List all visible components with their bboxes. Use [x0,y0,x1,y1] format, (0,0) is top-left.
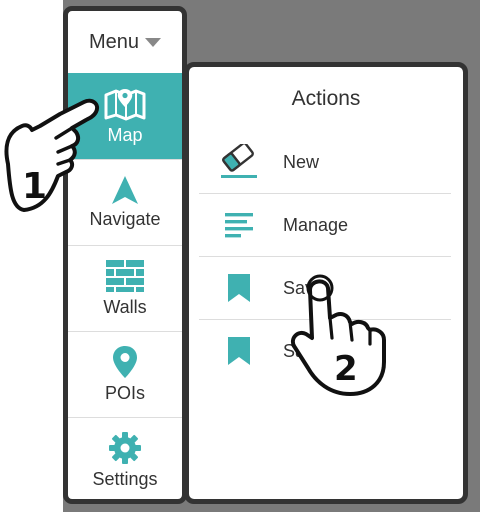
action-label: Manage [283,214,349,235]
menu-header-label: Menu [88,30,140,53]
gear-icon [109,432,141,464]
action-new[interactable]: New [199,131,451,194]
bookmark-icon [228,274,250,302]
location-pin-icon [113,346,137,378]
side-menu: Menu Map Navigate Walls POIs Settings [63,6,187,504]
brick-wall-icon [106,260,144,292]
menu-item-walls[interactable]: Walls [68,245,182,331]
panel-title: Actions [291,87,361,110]
menu-item-pois[interactable]: POIs [68,331,182,417]
lines-icon [225,213,253,238]
pointing-hand-icon-step-2: 2 [291,274,386,396]
menu-item-settings[interactable]: Settings [68,417,182,499]
step-number-2: 2 [334,349,358,389]
step-number-1: 1 [22,166,47,207]
menu-item-label: Map [107,124,143,145]
action-manage[interactable]: Manage [199,194,451,257]
menu-item-label: POIs [104,383,145,403]
action-label: New [283,151,320,172]
pointing-hand-icon-step-1: 1 [4,98,99,212]
map-icon [104,88,146,120]
menu-dropdown[interactable]: Menu [68,11,182,73]
menu-item-label: Settings [92,469,158,489]
bookmark-icon [228,337,250,365]
menu-item-label: Walls [103,297,147,317]
chevron-down-icon [145,37,162,47]
eraser-icon [221,144,257,178]
navigate-arrow-icon [112,176,138,204]
